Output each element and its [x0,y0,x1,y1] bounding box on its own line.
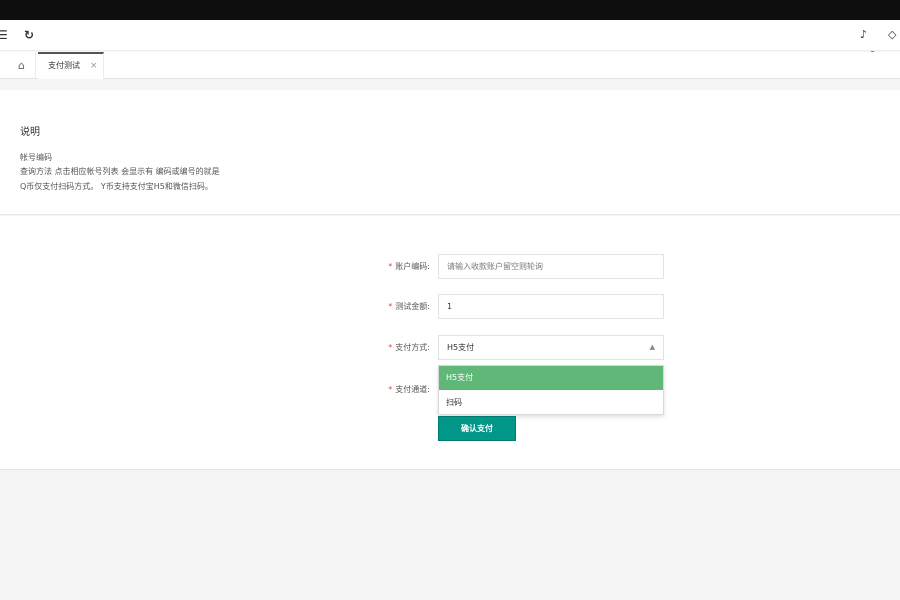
dropdown-option-scan[interactable]: 扫码 [439,391,663,415]
bell-icon[interactable]: ♪ [860,28,867,42]
top-black-bar [0,0,900,20]
home-icon: ⌂ [18,59,25,72]
account-code-label: * 账户编码: [388,262,430,271]
close-icon[interactable]: × [90,54,98,78]
tab-bar: ⌂ 支付测试 × [0,52,900,79]
home-tab[interactable]: ⌂ [8,52,36,79]
payment-channel-label: * 支付通道: [388,385,430,394]
tab-payment-test[interactable]: 支付测试 × [38,52,104,79]
info-panel: 说明 帐号编码 查询方法 点击相应帐号列表 会显示有 编码或编号的就是 Q币仅支… [0,90,900,215]
info-title: 说明 [20,127,40,138]
tag-icon[interactable]: ◇ [888,28,896,42]
refresh-icon[interactable]: ↻ [24,28,34,42]
test-amount-label: * 测试金额: [388,302,430,311]
info-line: Q币仅支付扫码方式。 Y币支持支付宝H5和微信扫码。 [20,182,213,191]
payment-method-dropdown: H5支付 扫码 [438,365,664,415]
account-code-input[interactable]: 请输入收款账户留空则轮询 [438,254,664,279]
payment-method-label: * 支付方式: [388,343,430,352]
payment-method-select[interactable]: H5支付 ▲ [438,335,664,360]
info-line: 帐号编码 [20,153,52,162]
menu-icon[interactable]: ☰ [0,28,8,42]
info-line: 查询方法 点击相应帐号列表 会显示有 编码或编号的就是 [20,167,220,176]
chevron-up-icon: ▲ [649,343,655,351]
top-header: ☰ ↻ ♪ ◇ [0,20,900,56]
test-amount-input[interactable]: 1 [438,294,664,319]
dropdown-option-h5[interactable]: H5支付 [439,366,663,390]
payment-form: * 账户编码: 请输入收款账户留空则轮询 * 测试金额: 1 * 支付方式: H5支付… [0,216,900,470]
confirm-payment-button[interactable]: 确认支付 [438,416,516,441]
tab-label: 支付测试 [48,61,80,70]
payment-method-value: H5支付 [447,343,475,352]
